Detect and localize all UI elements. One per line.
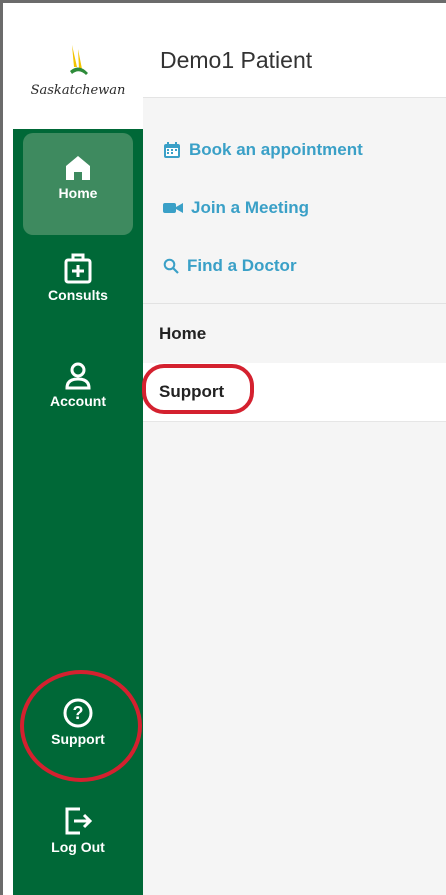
person-icon	[65, 362, 91, 390]
sidebar-item-home[interactable]: Home	[23, 133, 133, 235]
header: Demo1 Patient	[143, 11, 446, 98]
search-icon	[163, 258, 179, 274]
sidebar-item-consults[interactable]: Consults	[23, 251, 133, 321]
join-meeting-link[interactable]: Join a Meeting	[163, 198, 309, 218]
menu-item-home[interactable]: Home	[143, 305, 446, 363]
highlight-ring	[20, 670, 142, 782]
main-panel: Demo1 Patient Book an appointment Join a…	[143, 11, 446, 895]
app-window: Saskatchewan Home Consults Account ? Sup…	[0, 0, 446, 895]
logo[interactable]: Saskatchewan	[13, 11, 143, 129]
sidebar-item-label: Log Out	[51, 839, 105, 855]
book-appointment-link[interactable]: Book an appointment	[163, 140, 363, 160]
sidebar-item-label: Account	[50, 393, 106, 409]
logout-icon	[65, 807, 93, 835]
quick-links: Book an appointment Join a Meeting Find …	[143, 98, 446, 304]
menu-item-label: Home	[159, 324, 207, 343]
page-title: Demo1 Patient	[160, 47, 313, 73]
link-label: Join a Meeting	[191, 198, 310, 217]
sidebar-item-label: Consults	[48, 287, 108, 303]
wheat-logo-icon	[70, 45, 88, 75]
sidebar-item-label: Home	[58, 185, 98, 201]
highlight-pill	[142, 364, 254, 414]
find-doctor-link[interactable]: Find a Doctor	[163, 256, 297, 276]
sidebar-item-logout[interactable]: Log Out	[23, 805, 133, 875]
video-camera-icon	[163, 203, 183, 213]
link-label: Find a Doctor	[187, 256, 297, 275]
calendar-icon	[164, 142, 180, 158]
link-label: Book an appointment	[189, 140, 363, 159]
medical-kit-icon	[64, 253, 92, 284]
logo-text: Saskatchewan	[30, 83, 126, 98]
sidebar-item-account[interactable]: Account	[23, 361, 133, 431]
home-icon	[66, 156, 90, 180]
